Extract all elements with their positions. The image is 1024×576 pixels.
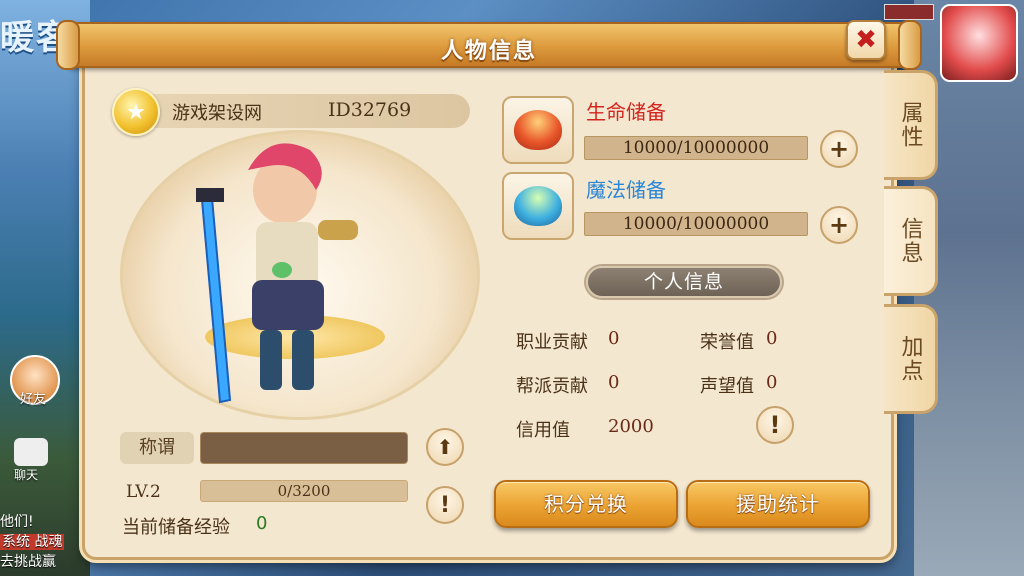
tab-attributes[interactable]: 属性	[884, 70, 938, 180]
title-field[interactable]	[200, 432, 408, 464]
chat-label: 聊天	[14, 468, 39, 482]
title-label: 称谓	[120, 432, 194, 464]
mp-reserve-add-button[interactable]: +	[820, 206, 858, 244]
player-id: ID32769	[328, 99, 412, 121]
player-name: 游戏架设网	[172, 103, 262, 124]
exp-info-button[interactable]: !	[426, 486, 464, 524]
stat-label: 帮派贡献	[516, 376, 588, 397]
stat-value: 0	[766, 328, 778, 349]
window-title: 人物信息	[440, 39, 537, 64]
tab-add-points[interactable]: 加点	[884, 304, 938, 414]
tab-label: 属性	[897, 101, 923, 149]
mp-reserve-bar: 10000/10000000	[584, 212, 808, 236]
exp-bar: 0/3200	[200, 480, 408, 502]
close-x-icon: ✖	[855, 25, 877, 55]
blue-soup-bowl-icon	[514, 186, 562, 226]
mp-potion-slot[interactable]	[502, 172, 574, 240]
plus-icon: +	[828, 211, 850, 239]
red-soup-bowl-icon	[514, 110, 562, 150]
chat-line: 系统 战魂	[0, 534, 65, 550]
points-exchange-button[interactable]: 积分兑换	[494, 480, 678, 528]
stat-value: 2000	[608, 416, 654, 437]
exp-text: 0/3200	[277, 482, 331, 500]
tab-label: 信息	[897, 217, 923, 265]
stat-label: 声望值	[700, 376, 754, 397]
reserve-exp-label: 当前储备经验	[122, 517, 230, 538]
chat-log: 他们! 系统 战魂 去挑战赢	[0, 512, 90, 572]
exclamation-icon: !	[769, 411, 781, 439]
stat-value: 0	[766, 372, 778, 393]
hp-reserve-bar: 10000/10000000	[584, 136, 808, 160]
title-bar: 人物信息	[56, 20, 922, 70]
stat-label: 荣誉值	[700, 332, 754, 353]
hp-reserve-add-button[interactable]: +	[820, 130, 858, 168]
player-name-bar	[116, 94, 470, 128]
stat-value: 0	[608, 372, 620, 393]
character-model	[196, 143, 358, 404]
chat-line: 去挑战赢	[0, 554, 56, 570]
stat-value: 0	[608, 328, 620, 349]
level-label: LV.2	[126, 482, 161, 502]
mp-reserve-label: 魔法储备	[586, 178, 666, 202]
title-upload-button[interactable]: ⬆	[426, 428, 464, 466]
gold-emblem-icon: ★	[112, 88, 160, 136]
assist-stats-button[interactable]: 援助统计	[686, 480, 870, 528]
plus-icon: +	[828, 135, 850, 163]
background-scene-left	[0, 0, 90, 576]
chat-line: 他们!	[0, 514, 34, 530]
stat-label: 信用值	[516, 420, 570, 441]
close-button[interactable]: ✖	[846, 20, 886, 60]
mp-reserve-value: 10000/10000000	[622, 214, 770, 234]
chat-bubble-icon[interactable]	[14, 438, 48, 466]
personal-info-header: 个人信息	[586, 266, 782, 298]
credit-info-button[interactable]: !	[756, 406, 794, 444]
friend-label: 好友	[20, 392, 47, 407]
exclamation-icon: !	[439, 492, 451, 518]
reserve-exp-value: 0	[256, 513, 268, 534]
hp-reserve-label: 生命储备	[586, 100, 666, 124]
tab-label: 加点	[897, 335, 923, 383]
hp-potion-slot[interactable]	[502, 96, 574, 164]
top-status-bar	[884, 4, 934, 20]
tab-info[interactable]: 信息	[884, 186, 938, 296]
upload-arrow-icon: ⬆	[436, 435, 454, 459]
hp-reserve-value: 10000/10000000	[622, 138, 770, 158]
top-right-avatar[interactable]	[940, 4, 1018, 82]
stat-label: 职业贡献	[516, 332, 588, 353]
